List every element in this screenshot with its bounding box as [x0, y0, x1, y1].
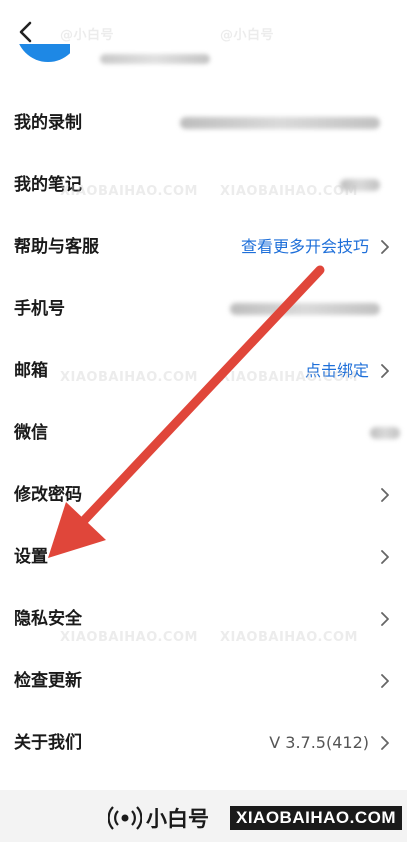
row-label: 我的笔记	[14, 175, 82, 195]
row-label: 隐私安全	[14, 609, 82, 629]
row-label: 帮助与客服	[14, 237, 99, 257]
row-label: 手机号	[14, 299, 65, 319]
row-my-recordings[interactable]: 我的录制	[0, 92, 407, 154]
row-settings[interactable]: 设置	[0, 526, 407, 588]
row-label: 设置	[14, 547, 48, 567]
chevron-right-icon	[381, 488, 389, 502]
row-label: 检查更新	[14, 671, 82, 691]
chevron-right-icon	[381, 674, 389, 688]
row-privacy-security[interactable]: 隐私安全	[0, 588, 407, 650]
settings-list: 我的录制 我的笔记 帮助与客服 查看更多开会技巧 手机号 邮箱 点击绑定 微信 …	[0, 92, 407, 774]
avatar[interactable]	[10, 44, 70, 72]
blurred-value	[230, 303, 380, 315]
blurred-value	[180, 117, 380, 129]
row-phone[interactable]: 手机号	[0, 278, 407, 340]
chevron-right-icon	[381, 550, 389, 564]
row-wechat[interactable]: 微信	[0, 402, 407, 464]
row-help-support[interactable]: 帮助与客服 查看更多开会技巧	[0, 216, 407, 278]
row-label: 关于我们	[14, 733, 82, 753]
blurred-value	[370, 427, 400, 439]
footer-name: 小白号	[146, 807, 209, 831]
footer-site: XIAOBAIHAO.COM	[230, 806, 402, 830]
row-about-us[interactable]: 关于我们 V 3.7.5(412)	[0, 712, 407, 774]
footer-brand: 小白号	[108, 804, 209, 832]
version-value: V 3.7.5(412)	[269, 733, 369, 752]
chevron-right-icon	[381, 736, 389, 750]
bind-email-link[interactable]: 点击绑定	[305, 340, 369, 402]
top-bar	[0, 0, 407, 82]
chevron-left-icon	[19, 21, 32, 43]
row-check-update[interactable]: 检查更新	[0, 650, 407, 712]
blurred-value	[340, 179, 380, 191]
chevron-right-icon	[381, 364, 389, 378]
row-label: 微信	[14, 423, 48, 443]
row-change-password[interactable]: 修改密码	[0, 464, 407, 526]
chevron-right-icon	[381, 612, 389, 626]
row-label: 邮箱	[14, 361, 48, 381]
row-my-notes[interactable]: 我的笔记	[0, 154, 407, 216]
broadcast-icon	[108, 806, 142, 830]
help-more-tips-link[interactable]: 查看更多开会技巧	[241, 216, 369, 278]
row-label: 修改密码	[14, 485, 82, 505]
row-email[interactable]: 邮箱 点击绑定	[0, 340, 407, 402]
blurred-username	[100, 54, 210, 64]
chevron-right-icon	[381, 240, 389, 254]
row-label: 我的录制	[14, 113, 82, 133]
